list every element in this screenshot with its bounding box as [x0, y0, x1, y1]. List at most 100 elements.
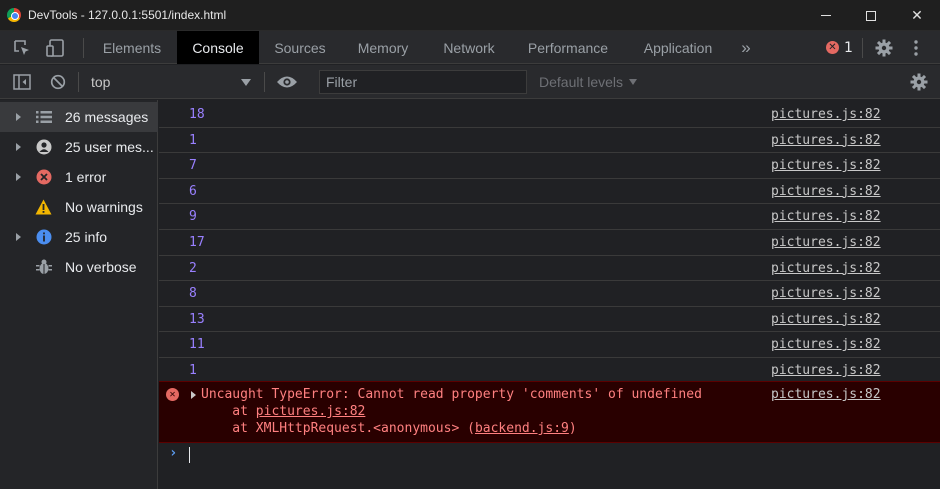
device-toolbar-button[interactable] — [42, 31, 70, 64]
sidebar-item-warnings[interactable]: No warnings — [0, 192, 158, 222]
maximize-button[interactable] — [848, 0, 894, 31]
console-settings-button[interactable] — [906, 65, 932, 99]
sidebar-item-label: No warnings — [65, 199, 143, 215]
sidebar-toggle-icon — [13, 74, 31, 90]
expand-arrow-icon[interactable] — [16, 113, 21, 121]
sidebar-item-label: 26 messages — [65, 109, 149, 125]
stack-frame: at XMLHttpRequest.<anonymous> (backend.j… — [201, 420, 576, 437]
log-value: 7 — [189, 158, 197, 174]
expand-arrow-icon[interactable] — [16, 143, 21, 151]
stack-link[interactable]: backend.js:9 — [475, 421, 569, 436]
window-titlebar: DevTools - 127.0.0.1:5501/index.html ✕ — [0, 0, 940, 31]
toolbar-divider — [862, 38, 863, 58]
source-link[interactable]: pictures.js:82 — [771, 102, 881, 127]
tab-application[interactable]: Application — [626, 31, 730, 64]
error-text: Uncaught TypeError: Cannot read property… — [201, 387, 702, 402]
stack-link[interactable]: pictures.js:82 — [256, 404, 366, 419]
inspect-element-button[interactable] — [8, 31, 36, 64]
context-value: top — [91, 74, 111, 90]
sidebar-item-verbose[interactable]: No verbose — [0, 252, 158, 282]
prompt-chevron-icon: › — [169, 445, 178, 461]
settings-button[interactable] — [872, 31, 896, 64]
execution-context-select[interactable]: top — [83, 69, 259, 95]
console-prompt[interactable]: › — [159, 443, 940, 467]
info-icon — [35, 229, 52, 246]
log-levels-dropdown[interactable]: Default levels — [539, 65, 638, 99]
sidebar-item-errors[interactable]: 1 error — [0, 162, 158, 192]
chrome-logo-icon — [7, 8, 21, 22]
toolbar-divider — [264, 72, 265, 92]
expand-arrow-icon[interactable] — [16, 233, 21, 241]
expand-arrow-icon[interactable] — [16, 173, 21, 181]
log-value: 1 — [189, 132, 197, 148]
chevron-down-icon — [241, 78, 251, 86]
log-value: 13 — [189, 311, 205, 327]
close-icon: ✕ — [911, 7, 923, 24]
log-message: 8 pictures.js:82 — [159, 281, 940, 307]
source-link[interactable]: pictures.js:82 — [771, 332, 881, 357]
sidebar-item-info[interactable]: 25 info — [0, 222, 158, 252]
log-message: 2 pictures.js:82 — [159, 256, 940, 282]
log-levels-label: Default levels — [539, 74, 624, 90]
stack-frame: at pictures.js:82 — [201, 403, 365, 420]
sidebar-item-messages[interactable]: 26 messages — [0, 102, 158, 132]
source-link[interactable]: pictures.js:82 — [771, 281, 881, 306]
gear-icon — [875, 39, 893, 56]
source-link[interactable]: pictures.js:82 — [771, 386, 881, 403]
clear-console-button[interactable] — [46, 65, 70, 99]
close-window-button[interactable]: ✕ — [894, 0, 940, 31]
tab-elements[interactable]: Elements — [88, 31, 176, 64]
source-link[interactable]: pictures.js:82 — [771, 204, 881, 229]
console-output[interactable]: 18 pictures.js:82 1 pictures.js:82 7 pic… — [159, 100, 940, 489]
log-value: 1 — [189, 363, 197, 378]
minimize-button[interactable] — [803, 0, 849, 31]
more-options-button[interactable] — [906, 31, 926, 64]
log-value: 8 — [189, 286, 197, 302]
text-caret — [189, 447, 190, 463]
toolbar-divider — [83, 38, 84, 58]
sidebar-item-label: 25 user mes... — [65, 139, 154, 155]
tab-console[interactable]: Console — [177, 31, 259, 64]
live-expression-button[interactable] — [274, 65, 300, 99]
log-message: 1 pictures.js:82 — [159, 128, 940, 154]
devtools-tabbar: Elements Console Sources Memory Network … — [0, 31, 940, 64]
chevron-down-icon — [629, 79, 638, 85]
minimize-icon — [821, 15, 831, 16]
log-message: 9 pictures.js:82 — [159, 204, 940, 230]
toggle-sidebar-button[interactable] — [10, 65, 34, 99]
log-message: 11 pictures.js:82 — [159, 332, 940, 358]
log-value: 18 — [189, 107, 205, 122]
log-value: 11 — [189, 337, 205, 353]
tab-network[interactable]: Network — [428, 31, 510, 64]
tab-memory[interactable]: Memory — [342, 31, 424, 64]
console-sidebar: 26 messages 25 user mes... 1 error No wa… — [0, 100, 158, 489]
error-count-badge[interactable]: ✕ 1 — [826, 31, 853, 64]
console-toolbar: top Filter Default levels — [0, 65, 940, 99]
log-value: 2 — [189, 260, 197, 276]
inspect-cursor-icon — [14, 39, 29, 55]
log-message: 17 pictures.js:82 — [159, 230, 940, 256]
tab-sources[interactable]: Sources — [261, 31, 339, 64]
sidebar-item-label: 1 error — [65, 169, 107, 185]
stack-frame-prefix: at XMLHttpRequest.<anonymous> ( — [201, 421, 475, 436]
source-link[interactable]: pictures.js:82 — [771, 358, 881, 383]
log-value: 6 — [189, 183, 197, 199]
source-link[interactable]: pictures.js:82 — [771, 179, 881, 204]
log-value: 9 — [189, 209, 197, 225]
error-icon — [35, 169, 52, 186]
expand-arrow-icon[interactable] — [191, 391, 196, 399]
source-link[interactable]: pictures.js:82 — [771, 128, 881, 153]
sidebar-item-user-messages[interactable]: 25 user mes... — [0, 132, 158, 162]
source-link[interactable]: pictures.js:82 — [771, 153, 881, 178]
filter-input[interactable]: Filter — [319, 70, 527, 94]
tab-performance[interactable]: Performance — [514, 31, 622, 64]
source-link[interactable]: pictures.js:82 — [771, 256, 881, 281]
kebab-menu-icon — [914, 39, 918, 56]
source-link[interactable]: pictures.js:82 — [771, 230, 881, 255]
bug-icon — [35, 259, 52, 276]
more-tabs-button[interactable]: » — [734, 31, 758, 64]
list-icon — [35, 109, 52, 126]
source-link[interactable]: pictures.js:82 — [771, 307, 881, 332]
log-message: 13 pictures.js:82 — [159, 307, 940, 333]
log-message: 18 pictures.js:82 — [159, 102, 940, 128]
